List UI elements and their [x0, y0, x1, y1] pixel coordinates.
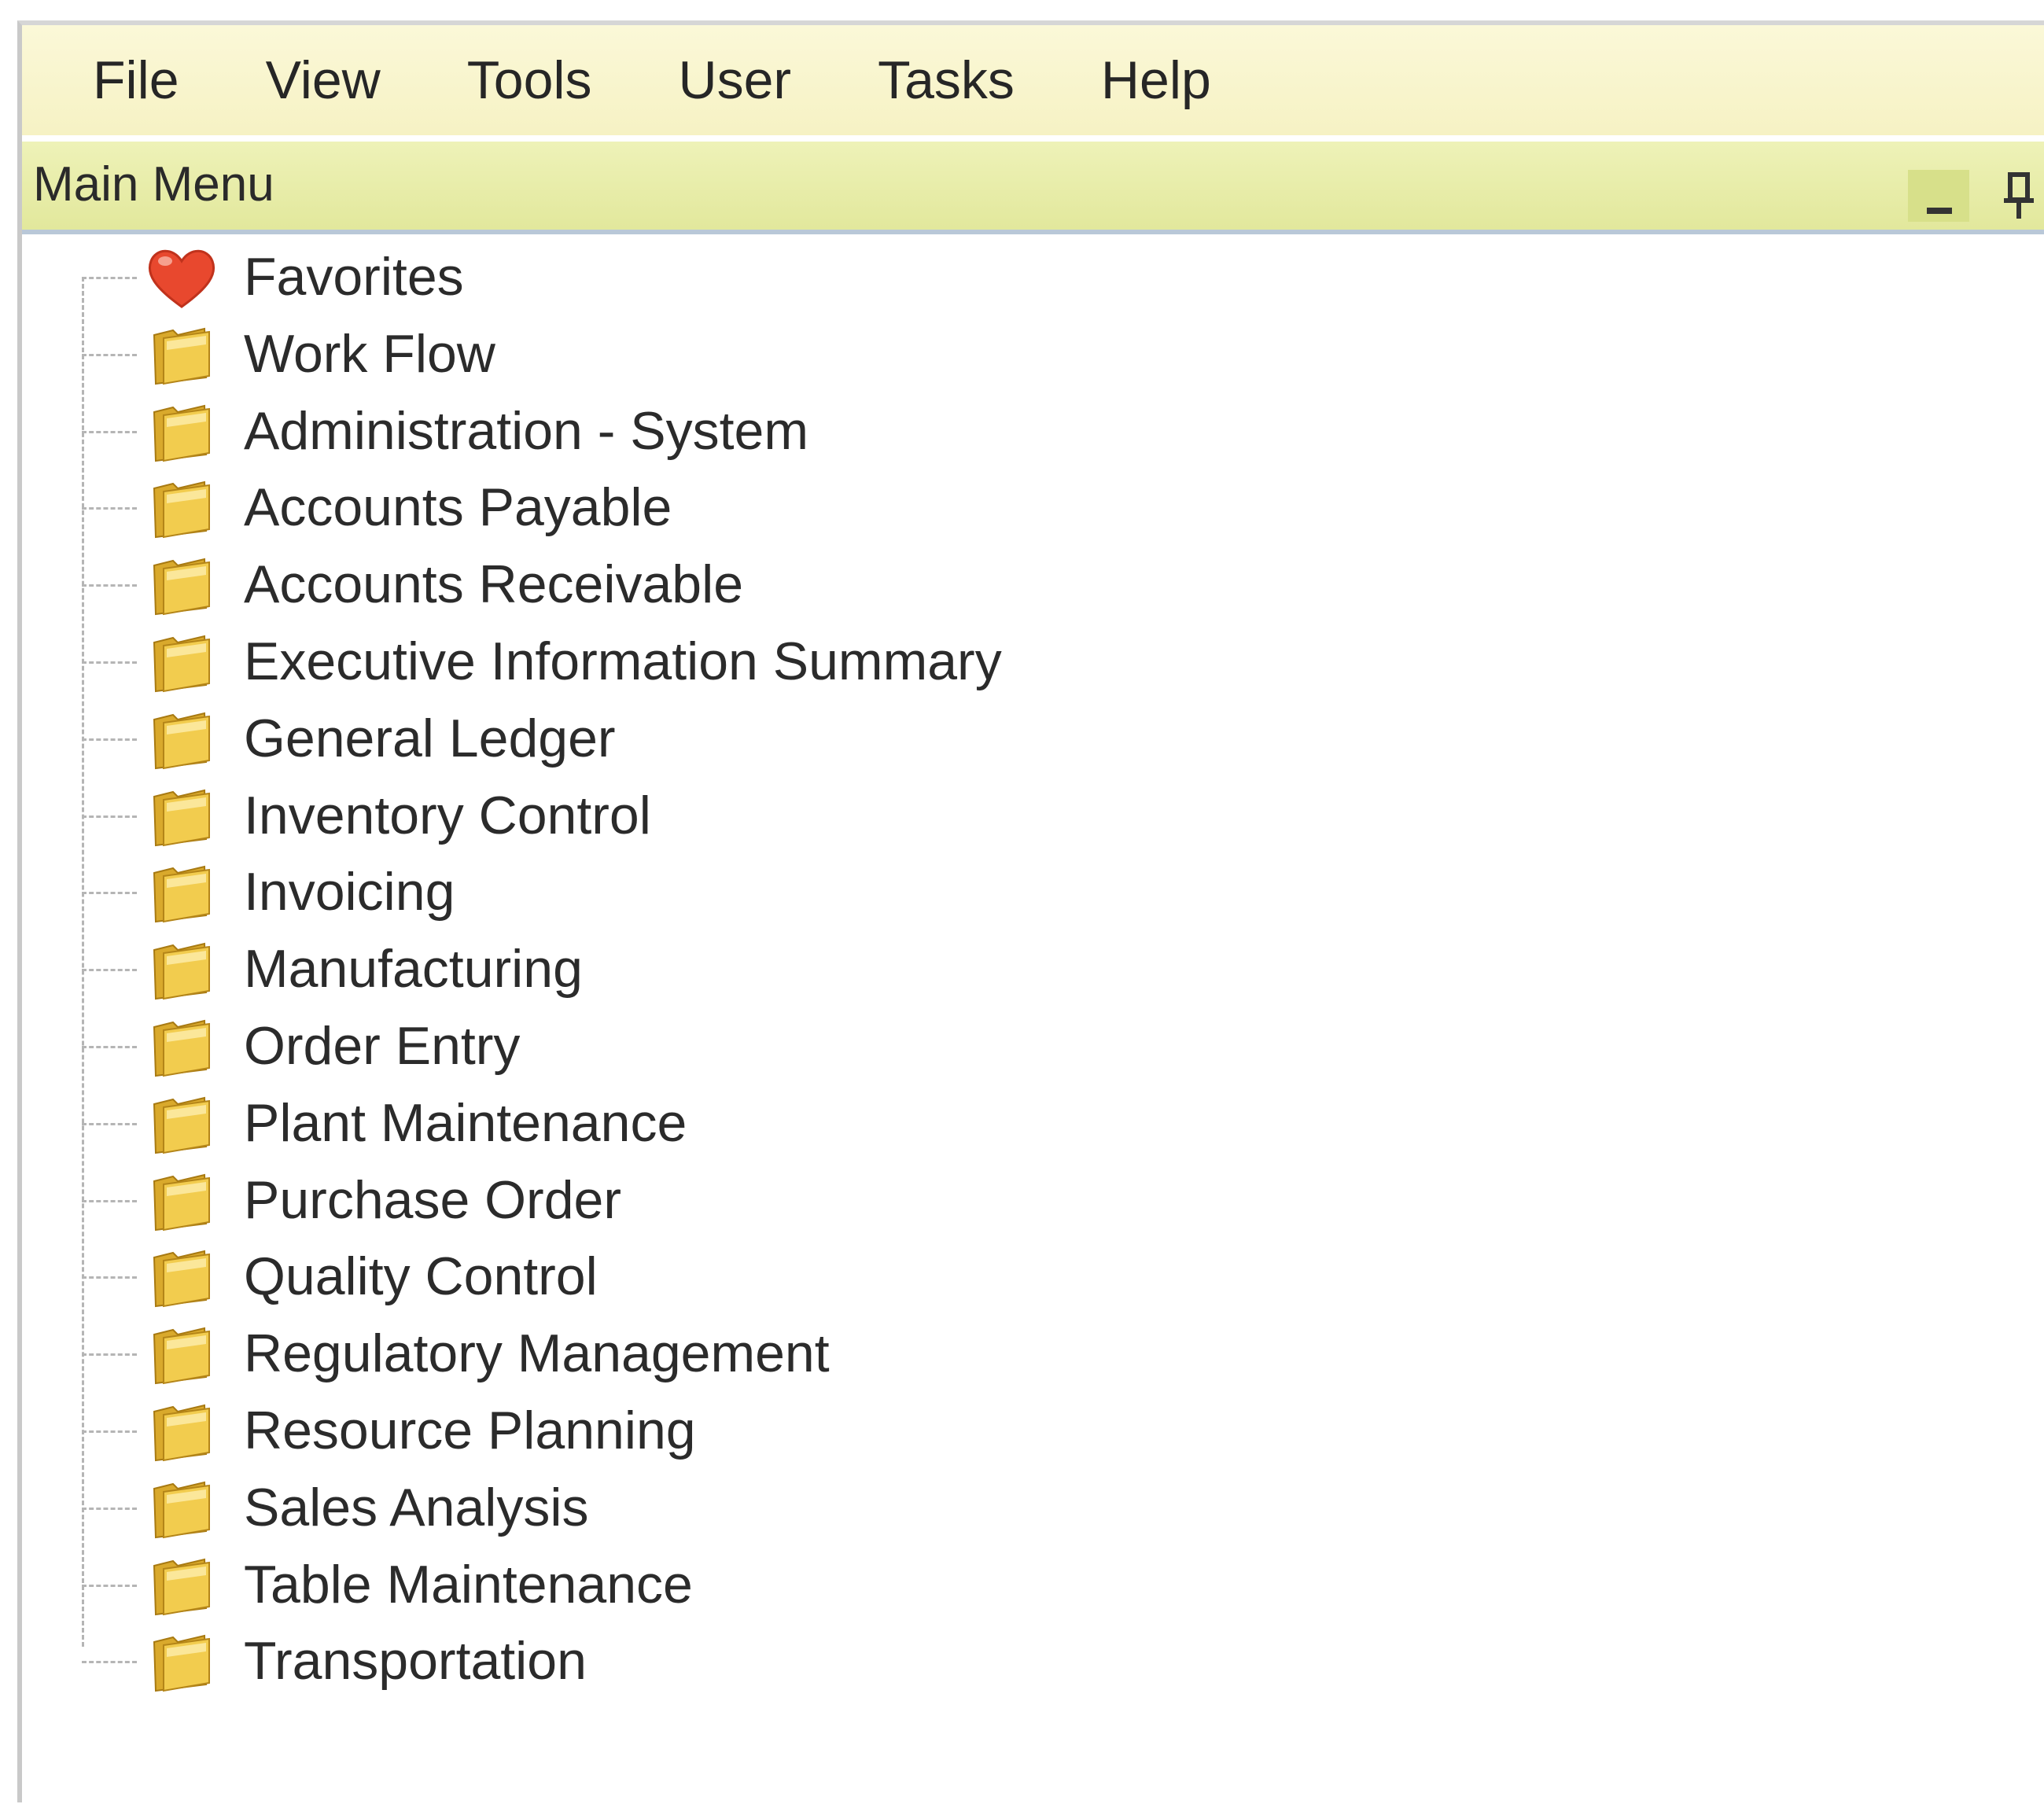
minimize-icon	[1927, 208, 1952, 214]
folder-icon	[146, 398, 217, 466]
tree-item[interactable]: Resource Planning	[82, 1396, 1183, 1467]
heart-icon	[146, 244, 217, 311]
tree-item[interactable]: Plant Maintenance	[82, 1088, 1183, 1159]
tree-item[interactable]: General Ledger	[82, 704, 1183, 775]
tree-item-label: Transportation	[244, 1631, 587, 1692]
folder-icon	[146, 936, 217, 1003]
folder-icon	[146, 1552, 217, 1619]
tree-connector	[82, 1584, 137, 1587]
tree-connector	[82, 815, 137, 818]
folder-icon	[146, 1243, 217, 1311]
tree-item[interactable]: Purchase Order	[82, 1165, 1183, 1236]
tree-connector	[82, 1430, 137, 1433]
tree-item[interactable]: Invoicing	[82, 857, 1183, 928]
folder-icon	[146, 551, 217, 619]
tree-item-label: Work Flow	[244, 323, 495, 384]
menu-help[interactable]: Help	[1101, 53, 1211, 107]
tree-item-label: Quality Control	[244, 1246, 598, 1307]
folder-icon	[146, 1628, 217, 1695]
tree-item[interactable]: Table Maintenance	[82, 1550, 1183, 1621]
tree-item[interactable]: Manufacturing	[82, 934, 1183, 1005]
tree-item-label: Manufacturing	[244, 939, 583, 1000]
folder-icon	[146, 1397, 217, 1465]
tree-item-label: Order Entry	[244, 1016, 521, 1076]
tree-item-label: General Ledger	[244, 708, 616, 768]
tree-connector	[82, 1122, 137, 1125]
tree-connector	[82, 1199, 137, 1202]
folder-icon	[146, 1090, 217, 1158]
tree-item[interactable]: Sales Analysis	[82, 1473, 1183, 1544]
folder-icon	[146, 782, 217, 850]
tree-item[interactable]: Executive Information Summary	[82, 627, 1183, 698]
folder-icon	[146, 1474, 217, 1542]
tree-connector	[82, 661, 137, 664]
minimize-button[interactable]	[1908, 170, 1969, 222]
menu-tools[interactable]: Tools	[467, 53, 592, 107]
tree-item-label: Administration - System	[244, 400, 808, 461]
main-window: File View Tools User Tasks Help Main Men…	[17, 20, 2044, 1804]
tree-item-label: Purchase Order	[244, 1169, 621, 1230]
tree-connector	[82, 892, 137, 895]
tree-connector	[82, 1046, 137, 1048]
tree-item[interactable]: Favorites	[82, 242, 1183, 313]
tree-item[interactable]: Accounts Receivable	[82, 550, 1183, 620]
tree-item-label: Accounts Receivable	[244, 554, 744, 615]
folder-icon	[146, 1320, 217, 1388]
tree-connector	[82, 353, 137, 356]
tree-connector	[82, 1276, 137, 1279]
panel-title: Main Menu	[33, 157, 274, 212]
menu-tasks[interactable]: Tasks	[878, 53, 1015, 107]
tree-connector	[82, 1507, 137, 1510]
tree-item[interactable]: Quality Control	[82, 1242, 1183, 1313]
folder-icon	[146, 628, 217, 696]
tree-item[interactable]: Regulatory Management	[82, 1319, 1183, 1390]
tree-item[interactable]: Order Entry	[82, 1011, 1183, 1082]
tree-item[interactable]: Transportation	[82, 1626, 1183, 1697]
folder-icon	[146, 1013, 217, 1081]
folder-icon	[146, 321, 217, 388]
tree-connector	[82, 738, 137, 741]
tree-item[interactable]: Administration - System	[82, 396, 1183, 467]
menu-view[interactable]: View	[266, 53, 381, 107]
tree-connector	[82, 277, 137, 279]
folder-icon	[146, 1167, 217, 1235]
tree-item[interactable]: Work Flow	[82, 319, 1183, 390]
tree-connector	[82, 1661, 137, 1664]
tree-item-label: Regulatory Management	[244, 1324, 830, 1384]
folder-icon	[146, 705, 217, 773]
folder-icon	[146, 859, 217, 926]
tree-item-label: Favorites	[244, 247, 464, 307]
tree-item-label: Executive Information Summary	[244, 631, 1002, 691]
tree-connector	[82, 584, 137, 587]
panel-title-bar: Main Menu	[22, 142, 2044, 234]
pin-icon	[2004, 172, 2034, 219]
tree-connector	[82, 1353, 137, 1357]
tree-item[interactable]: Inventory Control	[82, 781, 1183, 852]
tree-connector	[82, 507, 137, 510]
main-menu-tree: Favorites Work Flow Administration - Syste…	[22, 239, 2044, 1804]
menu-bar: File View Tools User Tasks Help	[22, 25, 2044, 135]
tree-item-label: Table Maintenance	[244, 1554, 693, 1614]
tree-item-label: Resource Planning	[244, 1401, 696, 1460]
menu-user[interactable]: User	[679, 53, 792, 107]
tree-item-label: Invoicing	[244, 862, 455, 922]
folder-icon	[146, 474, 217, 542]
pin-button[interactable]	[1996, 168, 2043, 223]
tree-item[interactable]: Accounts Payable	[82, 473, 1183, 543]
tree-connector	[82, 969, 137, 972]
tree-item-label: Plant Maintenance	[244, 1092, 687, 1153]
tree-item-label: Sales Analysis	[244, 1477, 589, 1537]
tree-connector	[82, 430, 137, 433]
menu-file[interactable]: File	[93, 53, 179, 107]
tree-item-label: Inventory Control	[244, 785, 651, 845]
tree-item-label: Accounts Payable	[244, 477, 672, 538]
